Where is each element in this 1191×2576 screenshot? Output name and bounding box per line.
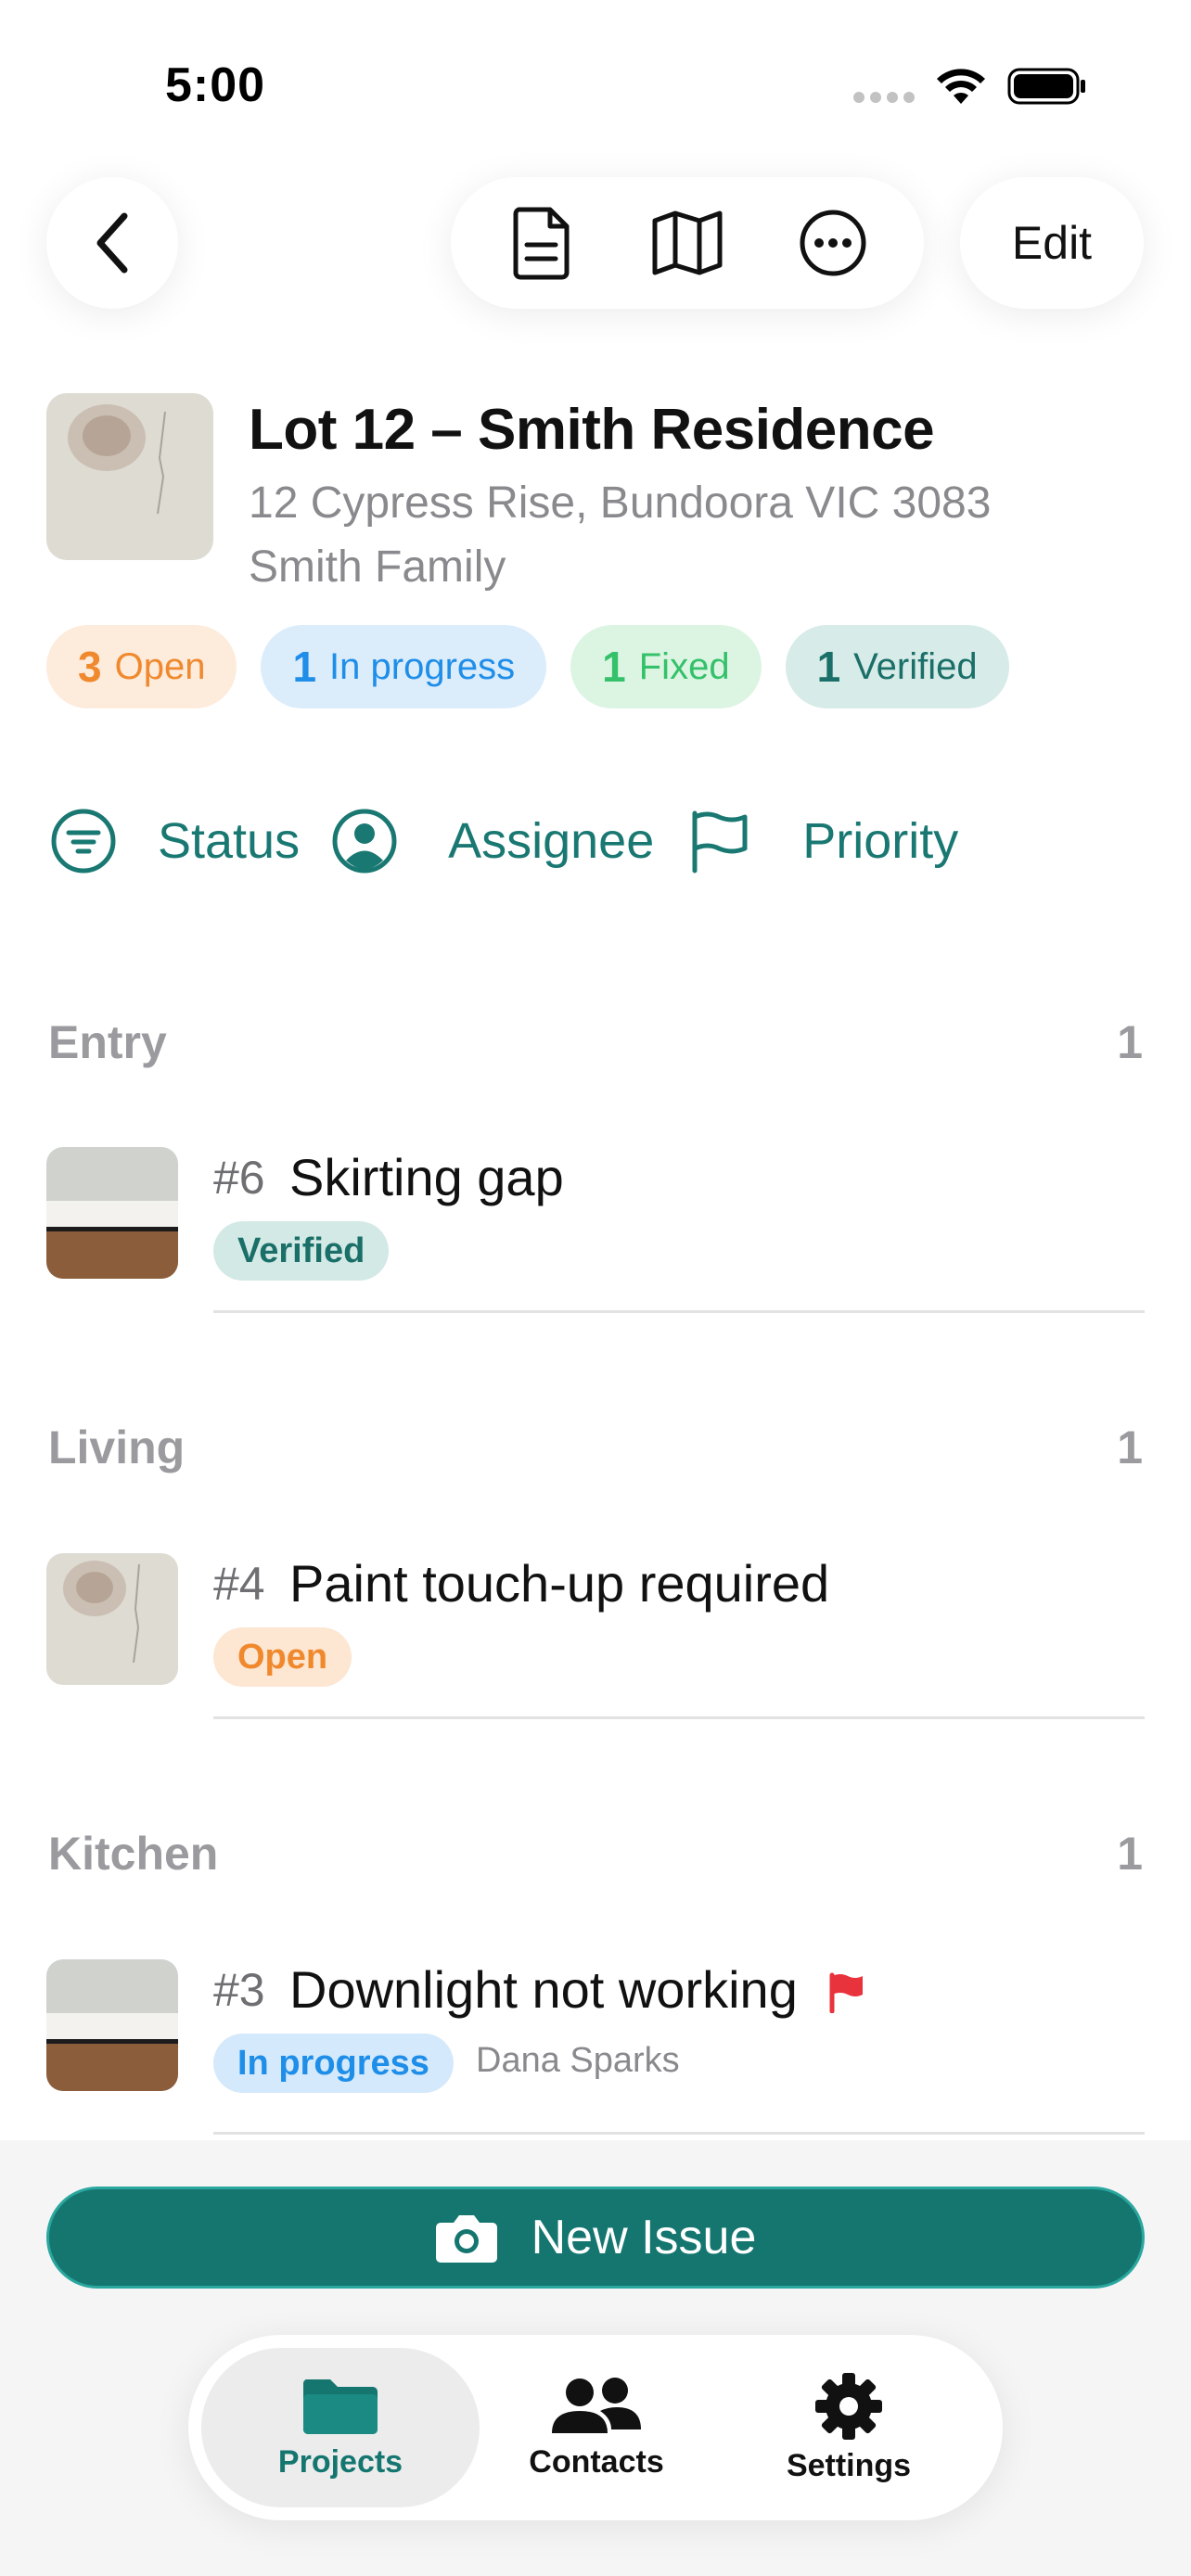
issue-assignee: Dana Sparks bbox=[476, 2041, 680, 2080]
flag-outline-icon bbox=[682, 804, 756, 878]
status-badge: In progress bbox=[213, 2034, 454, 2093]
section-name: Entry bbox=[48, 1016, 167, 1068]
toolbar-actions bbox=[451, 177, 924, 309]
status-summary: 3 Open 1 In progress 1 Fixed 1 Verified bbox=[46, 625, 1009, 708]
section-name: Living bbox=[48, 1422, 186, 1473]
assignee-filter-label: Assignee bbox=[448, 813, 655, 869]
section-header-entry: Entry 1 bbox=[48, 1015, 1143, 1069]
status-time: 5:00 bbox=[165, 58, 266, 112]
person-circle-icon bbox=[327, 804, 402, 878]
map-icon bbox=[652, 210, 723, 275]
issue-thumbnail bbox=[46, 1553, 178, 1685]
divider bbox=[213, 1310, 1145, 1313]
status-filter-label: Status bbox=[158, 813, 301, 869]
section-header-living: Living 1 bbox=[48, 1421, 1143, 1474]
issue-number: #4 bbox=[213, 1558, 265, 1610]
priority-filter-label: Priority bbox=[802, 813, 959, 869]
section-header-kitchen: Kitchen 1 bbox=[48, 1827, 1143, 1881]
tab-label: Projects bbox=[277, 2443, 403, 2480]
issue-title: Paint touch-up required bbox=[289, 1554, 830, 1613]
issue-row[interactable]: #6 Skirting gap Verified bbox=[46, 1147, 1145, 1314]
summary-chip-fixed[interactable]: 1 Fixed bbox=[570, 625, 762, 708]
status-badge: Open bbox=[213, 1627, 352, 1687]
issue-thumbnail bbox=[46, 1147, 178, 1279]
summary-chip-open[interactable]: 3 Open bbox=[46, 625, 237, 708]
section-count: 1 bbox=[1117, 1828, 1143, 1880]
ellipsis-circle-icon bbox=[800, 210, 866, 276]
status-icons bbox=[853, 67, 1087, 106]
assignee-filter[interactable]: Assignee bbox=[327, 804, 654, 878]
new-issue-button[interactable]: New Issue bbox=[46, 2187, 1145, 2289]
filter-icon bbox=[46, 804, 121, 878]
tab-contacts[interactable]: Contacts bbox=[457, 2348, 736, 2507]
wifi-icon bbox=[937, 69, 985, 104]
tab-bar: Projects Contacts Settings bbox=[188, 2335, 1003, 2520]
status-badge: Verified bbox=[213, 1221, 390, 1281]
battery-icon bbox=[1007, 68, 1085, 105]
filter-bar: Status Assignee Priority bbox=[46, 799, 958, 883]
issue-number: #3 bbox=[213, 1964, 265, 2016]
tab-settings[interactable]: Settings bbox=[710, 2348, 988, 2507]
divider bbox=[213, 2132, 1145, 2135]
document-button[interactable] bbox=[491, 192, 593, 294]
more-button[interactable] bbox=[782, 192, 884, 294]
project-title: Lot 12 – Smith Residence bbox=[249, 398, 935, 462]
issue-row[interactable]: #3 Downlight not working In progress Dan… bbox=[46, 1959, 1145, 2135]
status-filter[interactable]: Status bbox=[46, 804, 300, 878]
status-bar: 5:00 bbox=[0, 0, 1191, 176]
divider bbox=[213, 1716, 1145, 1719]
section-name: Kitchen bbox=[48, 1828, 219, 1880]
chevron-left-icon bbox=[96, 212, 128, 274]
tab-label: Contacts bbox=[529, 2443, 664, 2480]
cellular-signal-icon bbox=[853, 92, 915, 103]
project-thumbnail bbox=[46, 393, 213, 560]
issue-row[interactable]: #4 Paint touch-up required Open bbox=[46, 1553, 1145, 1720]
priority-flag-icon bbox=[829, 1972, 863, 2013]
issue-title: Skirting gap bbox=[289, 1148, 564, 1206]
edit-button[interactable]: Edit bbox=[960, 177, 1144, 309]
document-icon bbox=[513, 207, 570, 280]
priority-filter[interactable]: Priority bbox=[682, 804, 958, 878]
project-address: 12 Cypress Rise, Bundoora VIC 3083 bbox=[249, 478, 992, 528]
back-button[interactable] bbox=[46, 177, 178, 309]
project-client: Smith Family bbox=[249, 542, 506, 592]
issue-thumbnail bbox=[46, 1959, 178, 2091]
folder-icon bbox=[302, 2378, 378, 2434]
tab-projects[interactable]: Projects bbox=[201, 2348, 480, 2507]
tab-label: Settings bbox=[786, 2447, 912, 2483]
camera-icon bbox=[435, 2215, 497, 2263]
new-issue-label: New Issue bbox=[531, 2211, 757, 2264]
map-button[interactable] bbox=[636, 192, 738, 294]
section-count: 1 bbox=[1117, 1016, 1143, 1068]
summary-chip-verified[interactable]: 1 Verified bbox=[785, 625, 1009, 708]
gear-icon bbox=[815, 2372, 882, 2440]
section-count: 1 bbox=[1117, 1422, 1143, 1473]
summary-chip-in-progress[interactable]: 1 In progress bbox=[261, 625, 547, 708]
people-icon bbox=[552, 2377, 641, 2433]
issue-number: #6 bbox=[213, 1152, 265, 1204]
issue-title: Downlight not working bbox=[289, 1960, 798, 2019]
